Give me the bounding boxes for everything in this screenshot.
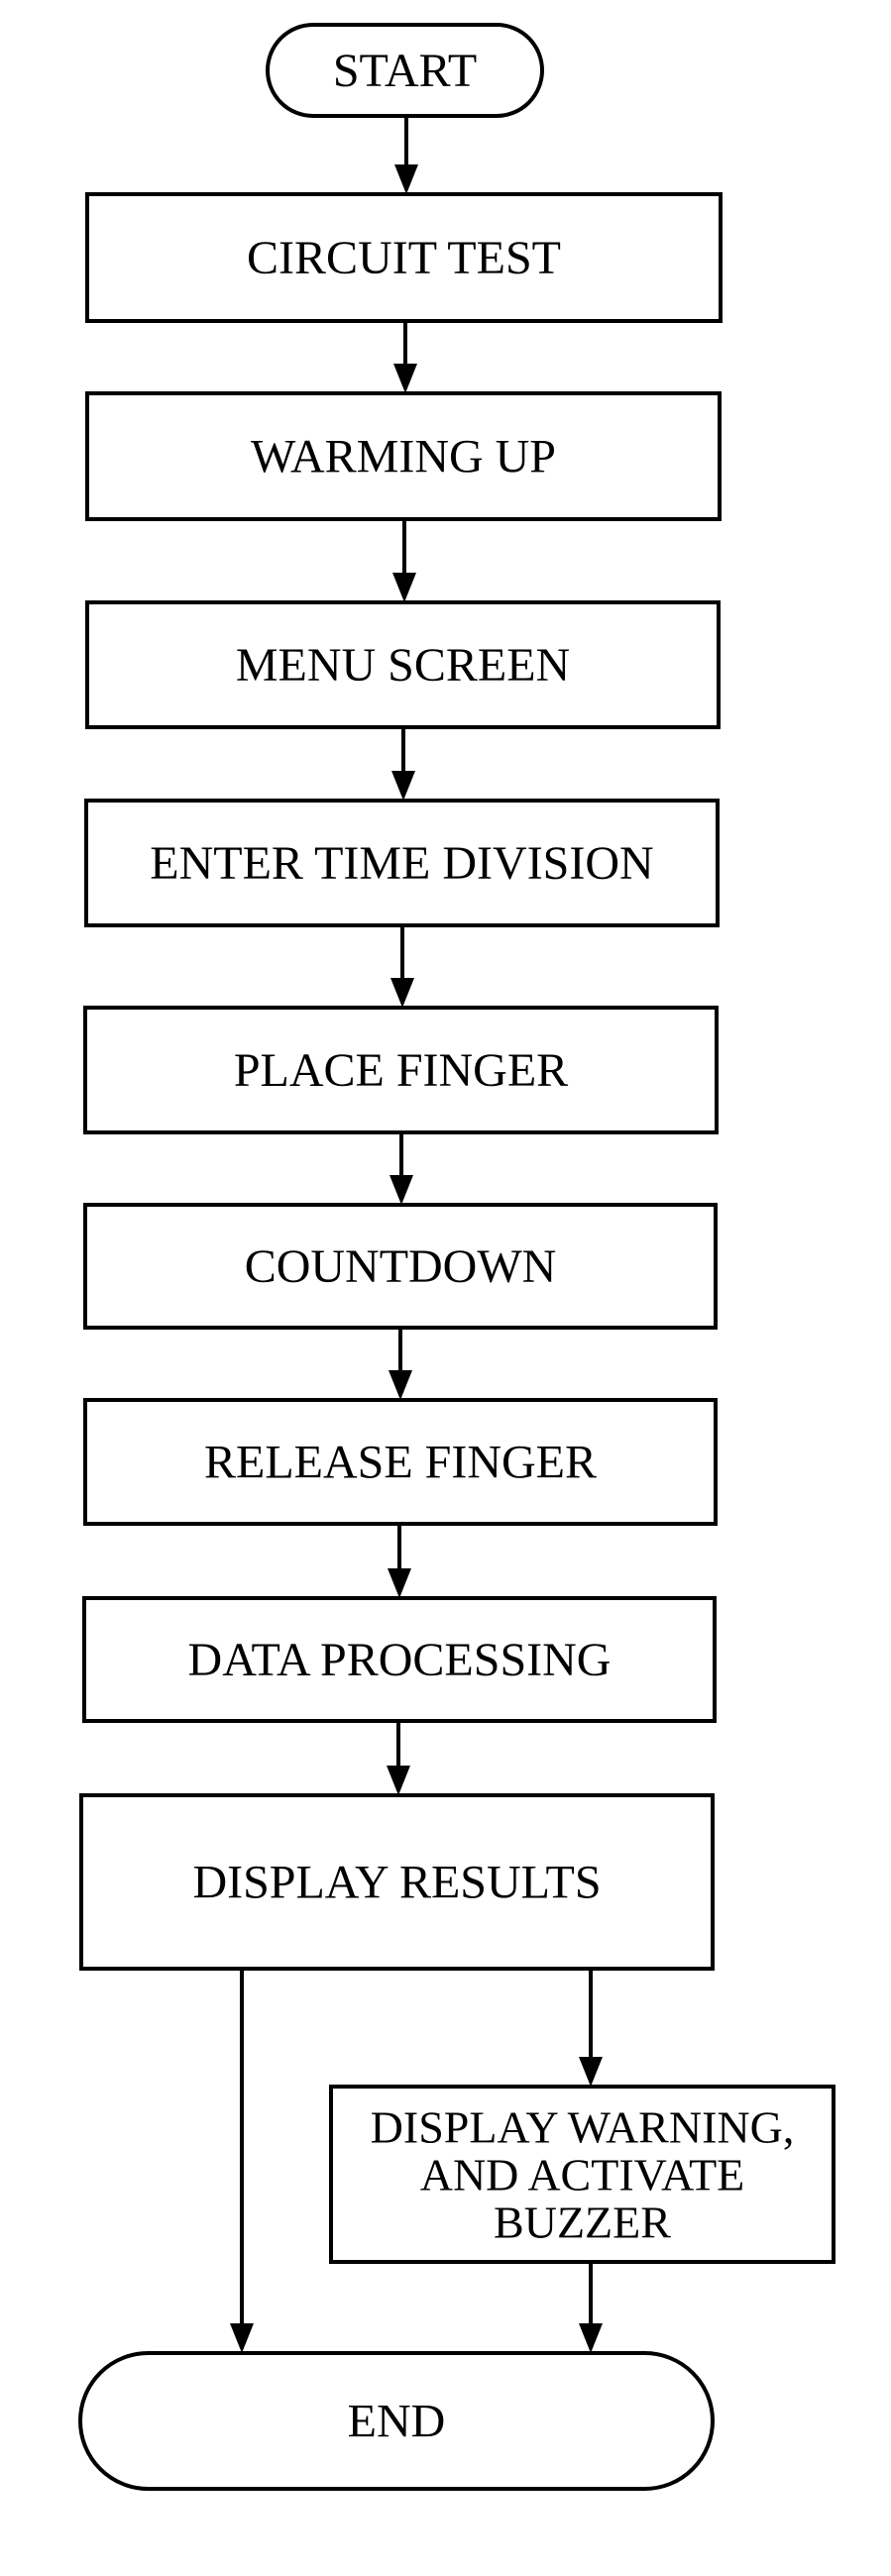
edge-place-finger-to-countdown [390,1132,413,1205]
node-label: ENTER TIME DIVISION [150,837,653,890]
node-label: WARMING UP [251,431,556,483]
node-label: START [333,45,477,97]
arrow-head-icon [387,1766,410,1795]
edge-display-results-to-display-warning [579,1969,603,2087]
arrow-head-icon [390,978,414,1008]
node-label: RELEASE FINGER [204,1437,597,1489]
edge-countdown-to-release-finger [389,1328,412,1400]
arrow-head-icon [389,1370,412,1400]
node-release-finger: RELEASE FINGER [83,1398,718,1526]
edge-display-results-to-end [230,1969,254,2353]
edge-data-processing-to-display-results [387,1721,410,1795]
edge-circuit-test-to-warming-up [393,321,417,393]
arrow-head-icon [392,573,416,602]
node-circuit-test: CIRCUIT TEST [85,192,723,323]
edge-release-finger-to-data-processing [388,1524,411,1598]
arrow-head-icon [393,364,417,393]
arrow-head-icon [390,1175,413,1205]
node-label: DATA PROCESSING [188,1634,612,1686]
arrow-head-icon [230,2323,254,2353]
node-countdown: COUNTDOWN [83,1203,718,1330]
node-display-results: DISPLAY RESULTS [79,1793,715,1971]
node-label: COUNTDOWN [245,1240,557,1293]
node-label: END [348,2396,446,2448]
node-label: DISPLAY WARNING, [371,2102,795,2153]
node-enter-time-division: ENTER TIME DIVISION [84,799,720,927]
node-label: DISPLAY RESULTS [192,1857,601,1909]
node-label: CIRCUIT TEST [247,232,561,284]
edge-display-warning-to-end [579,2262,603,2353]
node-data-processing: DATA PROCESSING [82,1596,717,1723]
node-label: AND ACTIVATE [420,2150,745,2200]
node-label: BUZZER [494,2198,671,2248]
node-menu-screen: MENU SCREEN [85,600,721,729]
arrow-head-icon [579,2057,603,2087]
node-display-warning: DISPLAY WARNING,AND ACTIVATEBUZZER [329,2085,835,2264]
arrow-head-icon [391,771,415,801]
node-place-finger: PLACE FINGER [83,1006,719,1134]
arrow-head-icon [579,2323,603,2353]
edge-enter-time-division-to-place-finger [390,925,414,1008]
edge-start-to-circuit-test [394,116,418,194]
node-start: START [266,23,544,118]
arrow-head-icon [394,164,418,194]
arrow-head-icon [388,1568,411,1598]
node-warming-up: WARMING UP [85,391,722,521]
node-label: PLACE FINGER [234,1044,568,1097]
edge-warming-up-to-menu-screen [392,519,416,602]
edge-menu-screen-to-enter-time-division [391,727,415,801]
node-end: END [78,2351,715,2491]
node-label: MENU SCREEN [236,639,570,692]
flowchart: START CIRCUIT TEST WARMING UP MENU SCREEN EN… [78,23,835,2491]
